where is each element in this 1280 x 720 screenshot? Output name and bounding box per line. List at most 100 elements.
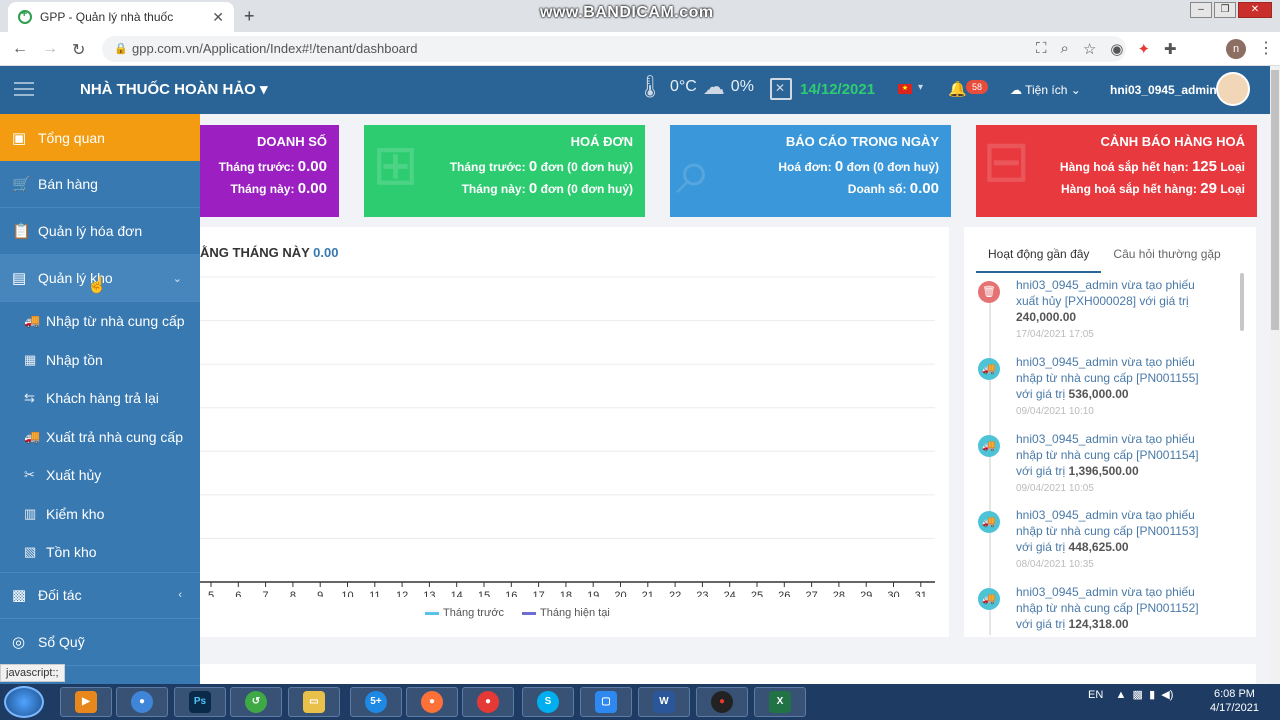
new-tab-icon[interactable]: + — [244, 6, 255, 27]
x-tick-label: 24 — [724, 590, 736, 597]
taskbar-app-green[interactable]: ↺ — [230, 687, 282, 717]
menu-toggle-icon[interactable] — [14, 82, 34, 96]
activity-item[interactable]: 🚚 hni03_0945_admin vừa tạo phiếu nhập từ … — [978, 354, 1218, 417]
taskbar-photoshop[interactable]: Ps — [174, 687, 226, 717]
utilities-menu[interactable]: ☁ Tiện ích ⌄ — [1010, 83, 1081, 97]
sidebar-item-overview[interactable]: ▣ Tổng quan — [0, 114, 200, 161]
taskbar-explorer[interactable]: ▭ — [288, 687, 340, 717]
sidebar-subitem-import-stock[interactable]: ▦ Nhập tồn — [0, 341, 200, 380]
card-line: Tháng trước: 0.00 — [219, 158, 327, 175]
bell-icon[interactable]: 🔔 — [948, 80, 967, 98]
taskbar-media-player[interactable]: ▶ — [60, 687, 112, 717]
taskbar-clock[interactable]: 6:08 PM 4/17/2021 — [1210, 687, 1259, 715]
x-tick-label: 15 — [478, 590, 490, 597]
tray-arrow-icon[interactable]: ▲ — [1116, 689, 1127, 701]
activity-item[interactable]: 🚚 hni03_0945_admin vừa tạo phiếu nhập từ … — [978, 584, 1218, 632]
pharmacy-selector[interactable]: NHÀ THUỐC HOÀN HẢO ▾ — [80, 80, 268, 98]
taskbar-recorder[interactable]: ● — [696, 687, 748, 717]
network-icon[interactable]: ▩ — [1133, 689, 1143, 701]
extensions-puzzle-icon[interactable]: ✚ — [1164, 40, 1177, 58]
card-line: Hoá đơn: 0 đơn (0 đơn huỷ) — [778, 158, 939, 175]
profile-avatar[interactable]: n — [1226, 39, 1246, 59]
word-icon: W — [653, 691, 675, 713]
truck-icon: 🚚 — [978, 511, 1000, 533]
language-caret-icon[interactable]: ▾ — [918, 82, 923, 93]
url-input[interactable]: 🔒 gpp.com.vn/Application/Index#!/tenant/… — [102, 36, 1126, 62]
x-tick-label: 22 — [669, 590, 681, 597]
translate-icon[interactable]: ⛶ — [1036, 40, 1047, 58]
activity-item[interactable]: 🚚 hni03_0945_admin vừa tạo phiếu nhập từ … — [978, 431, 1218, 494]
legend-item[interactable]: Tháng trước — [425, 607, 504, 619]
sidebar-item-partners[interactable]: ▩ Đối tác ‹ — [0, 571, 200, 619]
activity-item[interactable]: 🗑 hni03_0945_admin vừa tạo phiếu xuất hủy… — [978, 277, 1218, 340]
start-button[interactable] — [4, 686, 44, 718]
browser-menu-icon[interactable]: ⋮ — [1258, 38, 1274, 58]
taskbar-remote[interactable]: ▢ — [580, 687, 632, 717]
activity-value: 124,318.00 — [1068, 617, 1129, 631]
sidebar-subitem-stocktake[interactable]: ▥ Kiểm kho — [0, 495, 200, 534]
sidebar-item-label: Tổng quan — [38, 129, 105, 146]
taskbar-firefox[interactable]: ● — [406, 687, 458, 717]
taskbar-chrome-1[interactable]: ● — [116, 687, 168, 717]
legend-item[interactable]: Tháng hiện tại — [522, 607, 610, 619]
bookmark-star-icon[interactable]: ☆ — [1083, 40, 1096, 58]
language-indicator[interactable]: EN — [1088, 689, 1103, 701]
taskbar-word[interactable]: W — [638, 687, 690, 717]
sidebar-subitem-dispose[interactable]: ✂ Xuất hủy — [0, 456, 200, 495]
taskbar-zalo[interactable]: 5+ — [350, 687, 402, 717]
activity-text: hni03_0945_admin vừa tạo phiếu nhập từ n… — [1016, 507, 1218, 555]
tab-close-icon[interactable]: ✕ — [212, 9, 224, 26]
sidebar-subitem-label: Tồn kho — [46, 544, 97, 561]
taskbar-chrome-2[interactable]: ● — [462, 687, 514, 717]
close-window-icon[interactable]: ✕ — [1238, 2, 1272, 18]
recording-watermark: www.BANDICAM.com — [540, 4, 714, 21]
sidebar-subitem-customer-return[interactable]: ⇆ Khách hàng trả lại — [0, 379, 200, 418]
browser-tab[interactable]: GPP - Quản lý nhà thuốc ✕ — [8, 2, 234, 32]
activity-scrollbar[interactable] — [1240, 273, 1244, 331]
x-tick-label: 14 — [451, 590, 463, 597]
card-title: HOÁ ĐƠN — [570, 134, 633, 149]
x-tick-label: 7 — [263, 590, 269, 597]
page-scroll-thumb[interactable] — [1271, 70, 1279, 330]
activity-value: 1,396,500.00 — [1068, 464, 1139, 478]
sidebar-item-sales[interactable]: 🛒 Bán hàng — [0, 161, 200, 208]
user-menu-name[interactable]: hni03_0945_admin — [1110, 83, 1217, 97]
signal-icon[interactable]: ▮ — [1149, 689, 1155, 701]
extension-red-icon[interactable]: ✦ — [1137, 40, 1150, 58]
thermometer-icon: 🌡 — [636, 74, 664, 99]
x-tick-label: 21 — [642, 590, 654, 597]
sidebar-item-invoices[interactable]: 📋 Quản lý hóa đơn — [0, 208, 200, 255]
chevron-left-icon: ‹ — [178, 589, 182, 601]
activity-text: hni03_0945_admin vừa tạo phiếu xuất hủy … — [1016, 277, 1218, 325]
zoom-icon[interactable]: ⌕ — [1061, 40, 1069, 58]
utilities-label: Tiện ích — [1025, 83, 1068, 97]
sidebar-item-cashbook[interactable]: ◎ Sổ Quỹ — [0, 619, 200, 666]
restore-icon[interactable]: ❐ — [1214, 2, 1236, 18]
value: 0.00 — [297, 180, 327, 197]
user-avatar[interactable] — [1216, 72, 1250, 106]
forward-icon[interactable]: → — [42, 40, 58, 58]
page-scrollbar[interactable] — [1270, 66, 1280, 684]
back-icon[interactable]: ← — [12, 40, 28, 58]
value: 125 — [1191, 158, 1217, 175]
vietnam-flag-icon[interactable]: ★ — [898, 84, 912, 94]
sidebar-subitem-stock[interactable]: ▧ Tồn kho — [0, 533, 200, 572]
label: Hàng hoá sắp hết hàng: — [1060, 182, 1197, 196]
x-tick-label: 17 — [532, 590, 544, 597]
sidebar-subitem-import-supplier[interactable]: 🚚 Nhập từ nhà cung cấp — [0, 302, 200, 341]
activity-item[interactable]: 🚚 hni03_0945_admin vừa tạo phiếu nhập từ … — [978, 507, 1218, 570]
sidebar-subitem-supplier-return[interactable]: 🚚 Xuất trả nhà cung cấp — [0, 418, 200, 457]
suffix: đơn (0 đơn huỷ) — [846, 160, 939, 174]
taskbar-excel[interactable]: X — [754, 687, 806, 717]
extension-icon[interactable]: ◉ — [1110, 40, 1123, 58]
tab-recent-activity[interactable]: Hoạt động gần đây — [976, 245, 1102, 273]
volume-icon[interactable]: ◀) — [1161, 689, 1173, 701]
window-controls: – ❐ ✕ — [1190, 2, 1272, 18]
reload-icon[interactable]: ↻ — [72, 40, 85, 60]
x-tick-label: 18 — [560, 590, 572, 597]
tab-faq[interactable]: Câu hỏi thường gặp — [1101, 245, 1232, 273]
sidebar-subitem-label: Xuất hủy — [46, 467, 102, 484]
warehouse-icon: ▧ — [24, 544, 37, 560]
taskbar-skype[interactable]: S — [522, 687, 574, 717]
minimize-icon[interactable]: – — [1190, 2, 1212, 18]
